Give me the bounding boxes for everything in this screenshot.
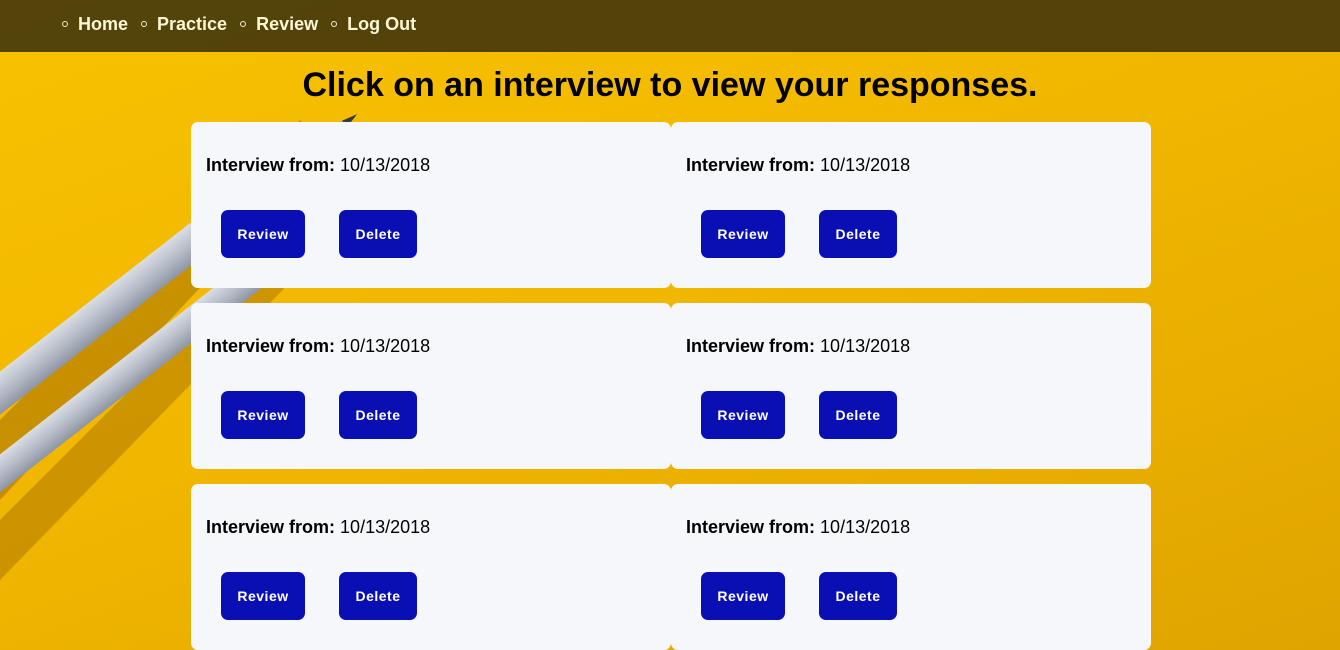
interview-heading: Interview from: 10/13/2018 bbox=[686, 155, 910, 176]
interview-date: 10/13/2018 bbox=[340, 155, 431, 175]
card-actions: Review Delete bbox=[221, 210, 417, 258]
page-title: Click on an interview to view your respo… bbox=[302, 66, 1038, 104]
nav-item-home[interactable]: Home bbox=[62, 13, 128, 35]
top-navbar: Home Practice Review Log Out bbox=[0, 0, 1340, 52]
nav-link-review[interactable]: Review bbox=[256, 13, 318, 35]
interview-card-grid: Interview from: 10/13/2018 Review Delete… bbox=[191, 122, 1151, 650]
interview-card: Interview from: 10/13/2018 Review Delete bbox=[671, 484, 1151, 650]
interview-date: 10/13/2018 bbox=[820, 155, 911, 175]
interview-date: 10/13/2018 bbox=[820, 336, 911, 356]
nav-item-logout[interactable]: Log Out bbox=[331, 13, 416, 35]
interview-card: Interview from: 10/13/2018 Review Delete bbox=[191, 122, 671, 288]
card-actions: Review Delete bbox=[701, 572, 897, 620]
card-actions: Review Delete bbox=[221, 391, 417, 439]
interview-label: Interview from: bbox=[206, 517, 336, 537]
interview-label: Interview from: bbox=[686, 336, 816, 356]
nav-link-logout[interactable]: Log Out bbox=[347, 13, 416, 35]
bullet-icon bbox=[240, 21, 247, 27]
interview-heading: Interview from: 10/13/2018 bbox=[206, 155, 430, 176]
interview-card: Interview from: 10/13/2018 Review Delete bbox=[191, 484, 671, 650]
interview-heading: Interview from: 10/13/2018 bbox=[686, 336, 910, 357]
interview-label: Interview from: bbox=[686, 155, 816, 175]
delete-button[interactable]: Delete bbox=[819, 572, 897, 620]
interview-label: Interview from: bbox=[686, 517, 816, 537]
nav-link-home[interactable]: Home bbox=[78, 13, 128, 35]
review-button[interactable]: Review bbox=[701, 391, 785, 439]
delete-button[interactable]: Delete bbox=[819, 391, 897, 439]
interview-heading: Interview from: 10/13/2018 bbox=[206, 517, 430, 538]
interview-date: 10/13/2018 bbox=[340, 517, 431, 537]
delete-button[interactable]: Delete bbox=[339, 572, 417, 620]
interview-label: Interview from: bbox=[206, 155, 336, 175]
card-actions: Review Delete bbox=[221, 572, 417, 620]
card-actions: Review Delete bbox=[701, 210, 897, 258]
bullet-icon bbox=[62, 21, 68, 27]
interview-heading: Interview from: 10/13/2018 bbox=[206, 336, 430, 357]
delete-button[interactable]: Delete bbox=[339, 391, 417, 439]
bullet-icon bbox=[331, 21, 338, 27]
nav-item-review[interactable]: Review bbox=[240, 13, 318, 35]
nav-item-practice[interactable]: Practice bbox=[141, 13, 227, 35]
card-actions: Review Delete bbox=[701, 391, 897, 439]
interview-card: Interview from: 10/13/2018 Review Delete bbox=[671, 303, 1151, 469]
delete-button[interactable]: Delete bbox=[819, 210, 897, 258]
nav-list: Home Practice Review Log Out bbox=[62, 13, 429, 35]
review-button[interactable]: Review bbox=[221, 391, 305, 439]
nav-link-practice[interactable]: Practice bbox=[157, 13, 227, 35]
interview-date: 10/13/2018 bbox=[340, 336, 431, 356]
interview-card: Interview from: 10/13/2018 Review Delete bbox=[671, 122, 1151, 288]
interview-card: Interview from: 10/13/2018 Review Delete bbox=[191, 303, 671, 469]
interview-date: 10/13/2018 bbox=[820, 517, 911, 537]
interview-heading: Interview from: 10/13/2018 bbox=[686, 517, 910, 538]
review-button[interactable]: Review bbox=[701, 210, 785, 258]
interview-label: Interview from: bbox=[206, 336, 336, 356]
delete-button[interactable]: Delete bbox=[339, 210, 417, 258]
review-button[interactable]: Review bbox=[701, 572, 785, 620]
review-button[interactable]: Review bbox=[221, 572, 305, 620]
bullet-icon bbox=[141, 21, 148, 27]
review-button[interactable]: Review bbox=[221, 210, 305, 258]
